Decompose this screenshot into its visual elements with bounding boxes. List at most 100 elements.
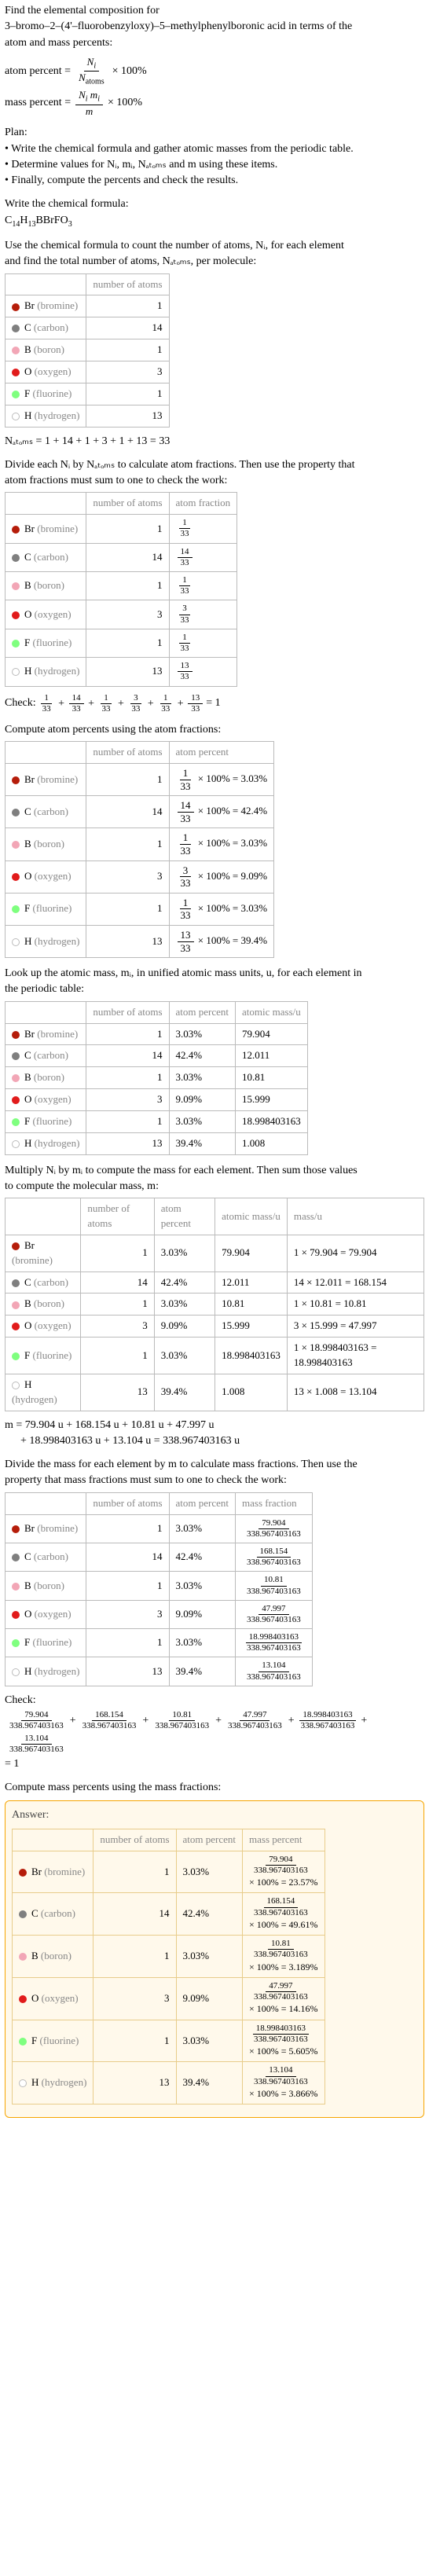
- num-atoms-value: 1: [94, 1936, 176, 1978]
- mass-fraction-value: 18.998403163338.967403163: [236, 1629, 313, 1657]
- element-color-dot: [12, 809, 20, 816]
- atomic-mass-value: 79.904: [215, 1235, 288, 1271]
- table-row: F (fluorine)1133 × 100% = 3.03%: [6, 893, 274, 925]
- table-row: C (carbon)1442.4%12.011: [6, 1045, 308, 1067]
- problem-statement: Find the elemental composition for 3–bro…: [5, 3, 424, 51]
- element-name: (boron): [41, 1950, 72, 1961]
- num-atoms-value: 1: [86, 828, 169, 861]
- num-atoms-value: 13: [81, 1374, 154, 1411]
- atom-percent-value: 42.4%: [154, 1271, 214, 1294]
- element-color-dot: [12, 347, 20, 354]
- element-color-dot: [12, 1554, 20, 1561]
- num-atoms-value: 13: [86, 925, 169, 957]
- element-name: (hydrogen): [35, 1665, 80, 1677]
- atom-percent-label: atom percent =: [5, 64, 71, 79]
- num-atoms-value: 14: [86, 796, 169, 828]
- table-row: F (fluorine)13.03%18.9984031631 × 18.998…: [6, 1338, 424, 1374]
- atom-fraction-value: 133: [169, 515, 237, 543]
- num-atoms-value: 1: [94, 2020, 176, 2062]
- element-color-dot: [12, 1140, 20, 1148]
- element-name: (hydrogen): [35, 1137, 80, 1149]
- table-row: O (oxygen)39.09%47.997338.967403163× 100…: [13, 1977, 325, 2020]
- num-atoms-value: 3: [94, 1977, 176, 2020]
- mass-fractions-text-1: Divide the mass for each element by m to…: [5, 1457, 424, 1473]
- check-eq-one: = 1: [5, 1756, 19, 1772]
- table-row: Br (bromine)1133 × 100% = 3.03%: [6, 764, 274, 796]
- element-name: (oxygen): [35, 608, 72, 620]
- col-num-atoms: number of atoms: [86, 742, 169, 764]
- table-row: O (oxygen)39.09%15.9993 × 15.999 = 47.99…: [6, 1316, 424, 1338]
- table-row: C (carbon)1442.4%12.01114 × 12.011 = 168…: [6, 1271, 424, 1294]
- plan-item: Write the chemical formula and gather at…: [5, 141, 424, 157]
- element-name: (carbon): [34, 1550, 68, 1562]
- atom-percents-title: Compute atom percents using the atom fra…: [5, 722, 424, 738]
- plan-item: Determine values for Nᵢ, mᵢ, Nₐₜₒₘₛ and …: [5, 157, 424, 173]
- atomic-mass-value: 18.998403163: [236, 1110, 308, 1132]
- element-symbol: O: [24, 365, 31, 377]
- col-num-atoms: number of atoms: [86, 1001, 169, 1023]
- count-atoms-table: number of atoms Br (bromine)1C (carbon)1…: [5, 273, 170, 427]
- num-atoms-value: 1: [86, 515, 169, 543]
- plan-section: Plan: Write the chemical formula and gat…: [5, 125, 424, 189]
- element-symbol: F: [24, 1115, 30, 1127]
- num-atoms-value: 13: [86, 658, 169, 686]
- element-color-dot: [12, 554, 20, 562]
- num-atoms-value: 1: [81, 1338, 154, 1374]
- mass-fraction-value: 10.81338.967403163: [236, 1572, 313, 1600]
- element-color-dot: [19, 1953, 27, 1961]
- element-color-dot: [12, 1279, 20, 1287]
- mass-percents-title: Compute mass percents using the mass fra…: [5, 1780, 424, 1796]
- element-color-dot: [19, 1910, 27, 1918]
- element-name: (fluorine): [32, 1115, 72, 1127]
- atom-percent-value: 333 × 100% = 9.09%: [169, 861, 274, 893]
- table-row: B (boron)13.03%10.81: [6, 1067, 308, 1089]
- plan-title: Plan:: [5, 125, 424, 141]
- element-symbol: O: [24, 608, 31, 620]
- answer-label: Answer:: [12, 1807, 417, 1823]
- element-color-dot: [12, 776, 20, 784]
- element-color-dot: [12, 1611, 20, 1619]
- table-row: H (hydrogen)1339.4%13.104338.967403163× …: [13, 2062, 325, 2104]
- num-atoms-value: 13: [86, 405, 169, 427]
- intro-line-1: Find the elemental composition for: [5, 5, 160, 17]
- element-color-dot: [12, 668, 20, 676]
- col-num-atoms: number of atoms: [94, 1829, 176, 1851]
- element-name: (oxygen): [35, 365, 72, 377]
- element-color-dot: [12, 1583, 20, 1591]
- element-name: (fluorine): [32, 387, 72, 399]
- element-symbol: B: [31, 1950, 38, 1961]
- element-name: (fluorine): [39, 2035, 79, 2046]
- num-atoms-value: 1: [86, 1067, 169, 1089]
- atom-percent-value: 3.03%: [169, 1572, 236, 1600]
- atom-fraction-check: Check: 133 + 1433 + 133 + 333 + 133 + 13…: [5, 693, 424, 714]
- table-row: B (boron)1: [6, 339, 170, 361]
- table-row: B (boron)1133 × 100% = 3.03%: [6, 828, 274, 861]
- element-symbol: F: [31, 2035, 37, 2046]
- atom-fractions-section: Divide each Nᵢ by Nₐₜₒₘₛ to calculate at…: [5, 457, 424, 714]
- atom-percent-value: 133 × 100% = 3.03%: [169, 764, 274, 796]
- check-label: Check:: [5, 695, 36, 711]
- atom-percent-value: 1333 × 100% = 39.4%: [169, 925, 274, 957]
- atom-fractions-table: number of atomsatom fraction Br (bromine…: [5, 492, 237, 686]
- element-name: (carbon): [34, 551, 68, 563]
- element-color-dot: [12, 1074, 20, 1082]
- element-color-dot: [19, 1869, 27, 1877]
- element-symbol: Br: [24, 773, 35, 785]
- table-row: Br (bromine)1133: [6, 515, 237, 543]
- atom-percent-value: 9.09%: [169, 1600, 236, 1628]
- mass-fractions-table: number of atomsatom percentmass fraction…: [5, 1492, 313, 1686]
- element-color-dot: [12, 611, 20, 619]
- element-symbol: B: [24, 1580, 31, 1591]
- table-row: C (carbon)14: [6, 317, 170, 339]
- num-atoms-value: 3: [81, 1316, 154, 1338]
- atomic-mass-value: 1.008: [215, 1374, 288, 1411]
- atomic-mass-text-1: Look up the atomic mass, mᵢ, in unified …: [5, 966, 424, 982]
- num-atoms-value: 1: [86, 1110, 169, 1132]
- element-symbol: O: [24, 1093, 31, 1105]
- element-color-dot: [12, 1352, 20, 1360]
- atom-percent-value: 42.4%: [169, 1543, 236, 1571]
- count-atoms-text-2: and find the total number of atoms, Nₐₜₒ…: [5, 254, 424, 270]
- mass-u-section: Multiply Nᵢ by mᵢ to compute the mass fo…: [5, 1163, 424, 1449]
- col-atom-percent: atom percent: [154, 1198, 214, 1235]
- element-symbol: C: [31, 1907, 38, 1919]
